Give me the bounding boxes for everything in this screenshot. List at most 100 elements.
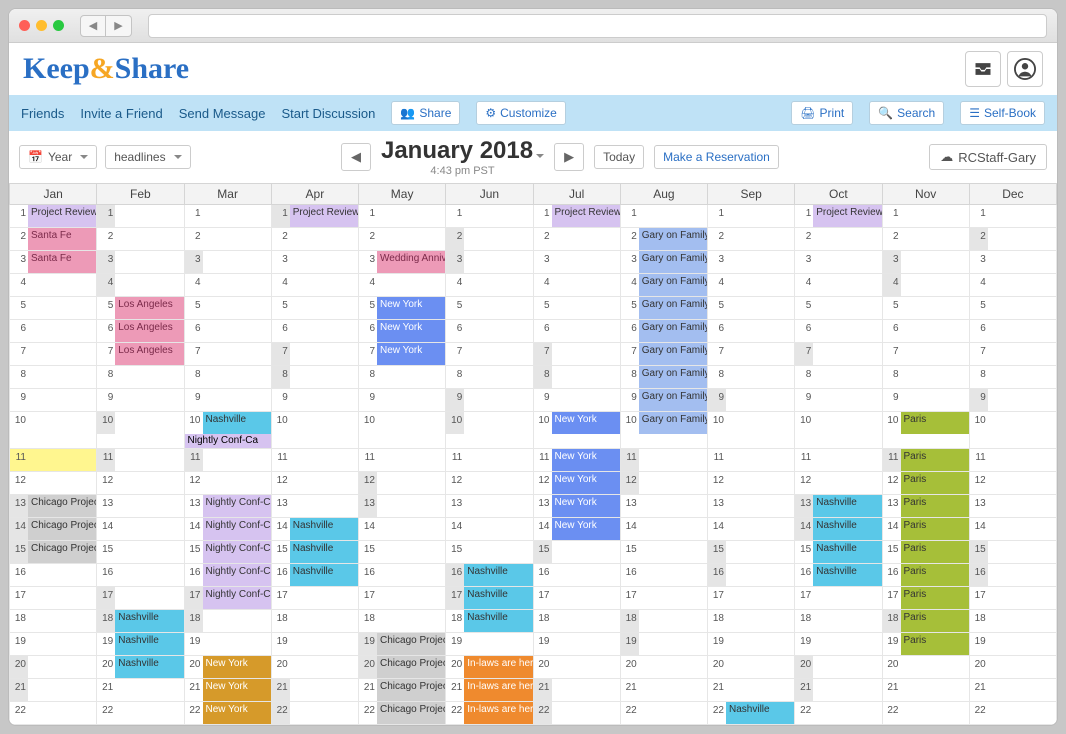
day-cell[interactable]: 21 [795, 679, 882, 702]
day-cell[interactable]: 17 [97, 587, 184, 610]
day-cell[interactable]: 8 [359, 366, 446, 389]
day-cell[interactable]: 14 [969, 518, 1056, 541]
day-cell[interactable]: 4 [446, 274, 533, 297]
day-cell[interactable]: 9Gary on Family [620, 389, 707, 412]
day-cell[interactable]: 11 [184, 449, 271, 472]
day-cell[interactable]: 8 [10, 366, 97, 389]
day-cell[interactable]: 7New York [359, 343, 446, 366]
event[interactable]: New York [552, 518, 620, 540]
day-cell[interactable]: 19 [446, 633, 533, 656]
day-cell[interactable]: 21 [620, 679, 707, 702]
event[interactable]: Gary on Family [639, 297, 707, 319]
day-cell[interactable]: 3 [969, 251, 1056, 274]
day-cell[interactable]: 11 [620, 449, 707, 472]
day-cell[interactable]: 8Gary on Family [620, 366, 707, 389]
day-cell[interactable]: 4 [97, 274, 184, 297]
event[interactable]: Chicago Project [377, 679, 445, 701]
day-cell[interactable]: 12Paris [882, 472, 969, 495]
day-cell[interactable]: 9 [533, 389, 620, 412]
day-cell[interactable]: 9 [795, 389, 882, 412]
day-cell[interactable]: 21In-laws are her [446, 679, 533, 702]
day-cell[interactable]: 3Santa Fe [10, 251, 97, 274]
day-cell[interactable]: 22Chicago Project [359, 702, 446, 725]
headlines-dropdown[interactable]: headlines [105, 145, 190, 169]
menu-invite[interactable]: Invite a Friend [80, 106, 162, 121]
day-cell[interactable]: 19 [708, 633, 795, 656]
day-cell[interactable]: 4Gary on Family [620, 274, 707, 297]
day-cell[interactable]: 12 [708, 472, 795, 495]
event[interactable]: Project Review [813, 205, 881, 227]
day-cell[interactable]: 3 [882, 251, 969, 274]
day-cell[interactable]: 10New York [533, 412, 620, 449]
day-cell[interactable]: 22 [795, 702, 882, 725]
day-cell[interactable]: 13New York [533, 495, 620, 518]
event[interactable]: Gary on Family [639, 412, 707, 434]
day-cell[interactable]: 3 [795, 251, 882, 274]
day-cell[interactable]: 10NashvilleNightly Conf-Ca [184, 412, 271, 449]
day-cell[interactable]: 13 [969, 495, 1056, 518]
day-cell[interactable]: 13Paris [882, 495, 969, 518]
event[interactable]: Nashville [726, 702, 794, 724]
day-cell[interactable]: 12 [271, 472, 358, 495]
day-cell[interactable]: 5 [795, 297, 882, 320]
day-cell[interactable]: 9 [359, 389, 446, 412]
day-cell[interactable]: 2 [184, 228, 271, 251]
day-cell[interactable]: 3Wedding Anniv [359, 251, 446, 274]
day-cell[interactable]: 12 [184, 472, 271, 495]
day-cell[interactable]: 7Los Angeles [97, 343, 184, 366]
event[interactable]: Nightly Conf-Ca [203, 495, 271, 517]
day-cell[interactable]: 21 [533, 679, 620, 702]
minimize-dot[interactable] [36, 20, 47, 31]
day-cell[interactable]: 1 [882, 205, 969, 228]
event[interactable]: Wedding Anniv [377, 251, 445, 273]
day-cell[interactable]: 19 [271, 633, 358, 656]
day-cell[interactable]: 14Nashville [795, 518, 882, 541]
day-cell[interactable]: 22Nashville [708, 702, 795, 725]
day-cell[interactable]: 20New York [184, 656, 271, 679]
day-cell[interactable]: 17Nightly Conf-Ca [184, 587, 271, 610]
event[interactable]: Nashville [290, 564, 358, 586]
event[interactable]: Paris [901, 495, 969, 517]
day-cell[interactable]: 15 [620, 541, 707, 564]
day-cell[interactable]: 8 [184, 366, 271, 389]
zoom-dot[interactable] [53, 20, 64, 31]
event[interactable]: New York [203, 679, 271, 701]
url-bar[interactable] [148, 14, 1047, 38]
day-cell[interactable]: 9 [184, 389, 271, 412]
event[interactable]: Paris [901, 518, 969, 540]
day-cell[interactable]: 7 [795, 343, 882, 366]
day-cell[interactable]: 7 [708, 343, 795, 366]
day-cell[interactable]: 6 [708, 320, 795, 343]
event[interactable]: Los Angeles [115, 320, 183, 342]
day-cell[interactable]: 14 [708, 518, 795, 541]
day-cell[interactable]: 21 [969, 679, 1056, 702]
day-cell[interactable]: 17 [10, 587, 97, 610]
day-cell[interactable]: 20 [533, 656, 620, 679]
day-cell[interactable]: 12 [969, 472, 1056, 495]
selfbook-button[interactable]: ☰ Self-Book [960, 101, 1045, 125]
event[interactable]: Gary on Family [639, 389, 707, 411]
day-cell[interactable]: 19 [184, 633, 271, 656]
day-cell[interactable]: 16 [10, 564, 97, 587]
day-cell[interactable]: 13 [708, 495, 795, 518]
day-cell[interactable]: 20 [882, 656, 969, 679]
day-cell[interactable]: 20 [795, 656, 882, 679]
day-cell[interactable]: 16 [969, 564, 1056, 587]
day-cell[interactable]: 20 [10, 656, 97, 679]
day-cell[interactable]: 19 [10, 633, 97, 656]
day-cell[interactable]: 2 [359, 228, 446, 251]
event[interactable]: Nashville [813, 564, 881, 586]
day-cell[interactable]: 14 [359, 518, 446, 541]
day-cell[interactable]: 22 [533, 702, 620, 725]
day-cell[interactable]: 9 [97, 389, 184, 412]
day-cell[interactable]: 10 [795, 412, 882, 449]
event[interactable]: Nashville [464, 587, 532, 609]
event[interactable]: Gary on Family [639, 366, 707, 388]
day-cell[interactable]: 16Nightly Conf-Ca [184, 564, 271, 587]
event[interactable]: Nightly Conf-Ca [185, 434, 271, 448]
day-cell[interactable]: 19 [533, 633, 620, 656]
event[interactable]: Nashville [115, 610, 183, 632]
day-cell[interactable]: 1 [969, 205, 1056, 228]
day-cell[interactable]: 14New York [533, 518, 620, 541]
day-cell[interactable]: 19Chicago Project [359, 633, 446, 656]
